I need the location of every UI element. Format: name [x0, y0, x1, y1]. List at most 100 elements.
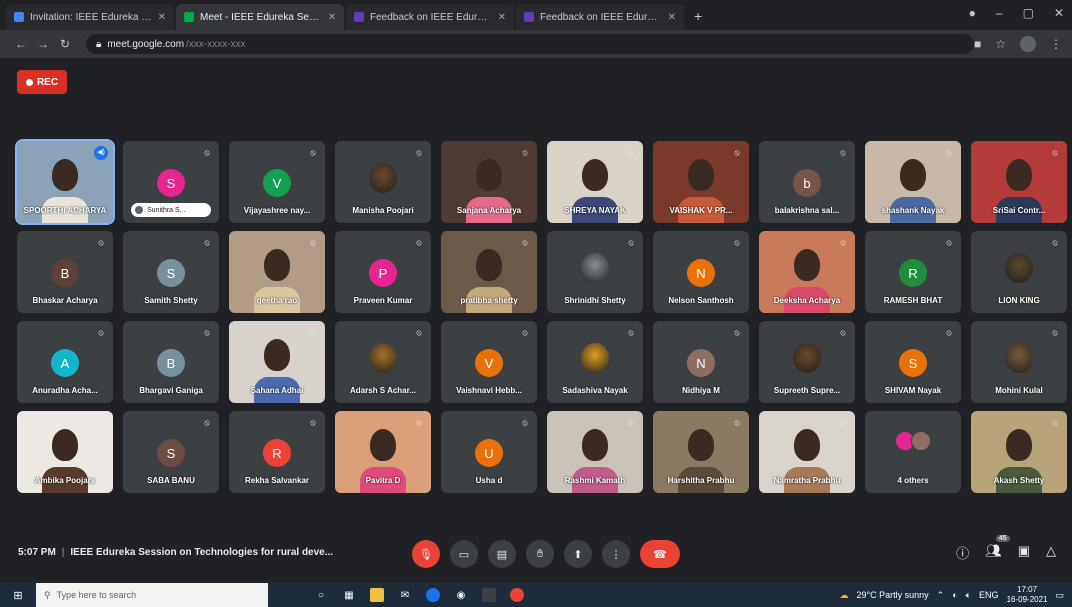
new-tab-button[interactable]: + [686, 8, 710, 30]
avatar: S [157, 169, 185, 197]
participant-tile[interactable]: B ⦸ Bhaskar Acharya [17, 231, 113, 313]
participant-tile[interactable]: ⦸ Sadashiva Nayak [547, 321, 643, 403]
participant-tile[interactable]: ⦸ LION KING [971, 231, 1067, 313]
avatar[interactable] [1020, 36, 1036, 52]
cortana-icon[interactable]: ○ [314, 588, 328, 602]
participant-tile[interactable]: ⦸ SHREYA NAYAK [547, 141, 643, 223]
participant-tile[interactable]: ⦸ Namratha Prabhu [759, 411, 855, 493]
back-icon[interactable]: ← [10, 37, 32, 51]
present-button[interactable]: ⬆ [564, 540, 592, 568]
forward-icon[interactable]: → [32, 37, 54, 51]
language-indicator[interactable]: ENG [979, 590, 999, 600]
participant-tile[interactable]: ⦸ Adarsh S Achar... [335, 321, 431, 403]
captions-button[interactable]: ▤ [488, 540, 516, 568]
meeting-details-button[interactable]: ⓘ [956, 543, 969, 562]
participant-tile[interactable]: ⦸ Rashmi Kamath [547, 411, 643, 493]
participant-tile[interactable]: ⦸ shashank Nayak [865, 141, 961, 223]
windows-start-icon[interactable]: ⊞ [0, 589, 36, 602]
participant-tile[interactable]: ⦸ Deeksha Acharya [759, 231, 855, 313]
camera-icon[interactable]: ■ [974, 37, 981, 51]
leave-call-button[interactable]: ☎︎ [640, 540, 680, 568]
participant-tile[interactable]: N ⦸ Nidhiya M [653, 321, 749, 403]
more-options-button[interactable]: ⋮ [602, 540, 630, 568]
tab-favicon-icon [184, 12, 194, 22]
meeting-info: 5:07 PM | IEEE Edureka Session on Technolo… [18, 547, 334, 558]
mic-muted-icon: ⦸ [628, 148, 634, 157]
tab-close-icon[interactable]: ✕ [668, 12, 676, 23]
reload-icon[interactable]: ↻ [54, 37, 76, 51]
chrome-icon[interactable] [510, 588, 524, 602]
participant-tile[interactable]: ⦸ Pavitra D [335, 411, 431, 493]
bookmark-star-icon[interactable]: ☆ [995, 37, 1006, 51]
tab-close-icon[interactable]: ✕ [158, 12, 166, 23]
browser-toolbar: ← → ↻ 🔒︎ meet.google.com /xxx-xxxx-xxx ■… [0, 30, 1072, 58]
participant-tile[interactable]: ◀) SPOORTHI ACHARYA [15, 139, 115, 225]
activities-button[interactable]: △ [1046, 543, 1056, 562]
participant-tile[interactable]: S ⦸ SHIVAM Nayak [865, 321, 961, 403]
participant-tile[interactable]: V ⦸ Vaishnavi Hebb... [441, 321, 537, 403]
participant-name: Sahana Adhai [250, 386, 304, 395]
participant-tile[interactable]: ⦸ Sahana Adhai [229, 321, 325, 403]
volume-icon[interactable]: 🔈︎ [966, 590, 971, 601]
participant-tile[interactable]: P ⦸ Praveen Kumar [335, 231, 431, 313]
weather-text[interactable]: 29°C Partly sunny [857, 590, 929, 600]
participant-tile[interactable]: R ⦸ Rekha Salvankar [229, 411, 325, 493]
tab-close-icon[interactable]: ✕ [498, 12, 506, 23]
mail-icon[interactable]: ✉ [398, 588, 412, 602]
participant-tile[interactable]: ⦸ Ambika Poojary [17, 411, 113, 493]
taskbar-clock[interactable]: 17:07 16-09-2021 [1007, 585, 1048, 605]
participant-tile[interactable]: ⦸ Supreeth Supre... [759, 321, 855, 403]
participant-name: Ambika Poojary [34, 476, 96, 485]
participant-tile[interactable]: ⦸ VAISHAK V PR... [653, 141, 749, 223]
participant-tile[interactable]: S ⦸ SABA BANU [123, 411, 219, 493]
participant-tile[interactable]: S ⦸ Sunithra S... [123, 141, 219, 223]
chevron-up-icon[interactable]: ⌃ [937, 590, 945, 601]
participant-tile[interactable]: ⦸ Shrinidhi Shetty [547, 231, 643, 313]
participant-tile[interactable]: ⦸ Akash Shetty [971, 411, 1067, 493]
edge-icon[interactable] [426, 588, 440, 602]
browser-profile-icon[interactable]: ● [969, 6, 976, 20]
app-icon[interactable]: ◉ [454, 588, 468, 602]
browser-tab[interactable]: Feedback on IEEE Edureka Session ✕ [516, 4, 684, 30]
mic-toggle-button[interactable]: 🎙︎ [412, 540, 440, 568]
participant-tile[interactable]: b ⦸ balakrishna sal... [759, 141, 855, 223]
browser-menu-icon[interactable]: ⋮ [1050, 37, 1062, 51]
minimize-button[interactable]: – [996, 6, 1003, 20]
participant-tile[interactable]: ⦸ geetha rao [229, 231, 325, 313]
browser-tab[interactable]: Meet - IEEE Edureka Session ✕ [176, 4, 344, 30]
camera-toggle-button[interactable]: ▭ [450, 540, 478, 568]
taskbar-search[interactable]: ⚲ Type here to search [36, 583, 268, 607]
notification-icon[interactable]: ▭ [1055, 590, 1064, 601]
participant-tile[interactable]: ⦸ Manisha Poojari [335, 141, 431, 223]
browser-tab[interactable]: Invitation: IEEE Edureka Session ✕ [6, 4, 174, 30]
maximize-button[interactable]: ▢ [1023, 6, 1034, 20]
close-window-button[interactable]: ✕ [1054, 6, 1064, 20]
powerpoint-icon[interactable] [482, 588, 496, 602]
people-button[interactable]: 👥︎ 45 [985, 535, 1010, 562]
participant-tile[interactable]: ⦸ Harshitha Prabhu [653, 411, 749, 493]
participant-tile[interactable]: U ⦸ Usha d [441, 411, 537, 493]
browser-tab[interactable]: Feedback on IEEE Edureka Session ✕ [346, 4, 514, 30]
participant-tile[interactable]: A ⦸ Anuradha Acha... [17, 321, 113, 403]
participant-tile[interactable]: N ⦸ Nelson Santhosh [653, 231, 749, 313]
participant-tile[interactable]: ⦸ SriSai Contr... [971, 141, 1067, 223]
network-icon[interactable]: ◐ [952, 590, 957, 600]
participant-tile[interactable]: 4 others [865, 411, 961, 493]
participant-tile[interactable]: V ⦸ Vijayashree nay... [229, 141, 325, 223]
participant-tile[interactable]: B ⦸ Bhargavi Ganiga [123, 321, 219, 403]
mic-muted-icon: ⦸ [1052, 418, 1058, 427]
participant-name: Usha d [475, 476, 503, 485]
address-bar[interactable]: 🔒︎ meet.google.com /xxx-xxxx-xxx [86, 34, 974, 54]
participant-tile[interactable]: ⦸ pratibha shetty [441, 231, 537, 313]
task-view-icon[interactable]: ▦ [342, 588, 356, 602]
mic-muted-icon: ⦸ [734, 238, 740, 247]
tab-close-icon[interactable]: ✕ [328, 12, 336, 23]
participant-tile[interactable]: S ⦸ Samith Shetty [123, 231, 219, 313]
file-explorer-icon[interactable] [370, 588, 384, 602]
participant-name: SHREYA NAYAK [564, 206, 626, 215]
participant-tile[interactable]: R ⦸ RAMESH BHAT [865, 231, 961, 313]
participant-tile[interactable]: ⦸ Mohini Kulal [971, 321, 1067, 403]
participant-tile[interactable]: ⦸ Sanjana Acharya [441, 141, 537, 223]
chat-button[interactable]: ▣ [1018, 543, 1030, 562]
raise-hand-button[interactable]: ✋︎ [526, 540, 554, 568]
